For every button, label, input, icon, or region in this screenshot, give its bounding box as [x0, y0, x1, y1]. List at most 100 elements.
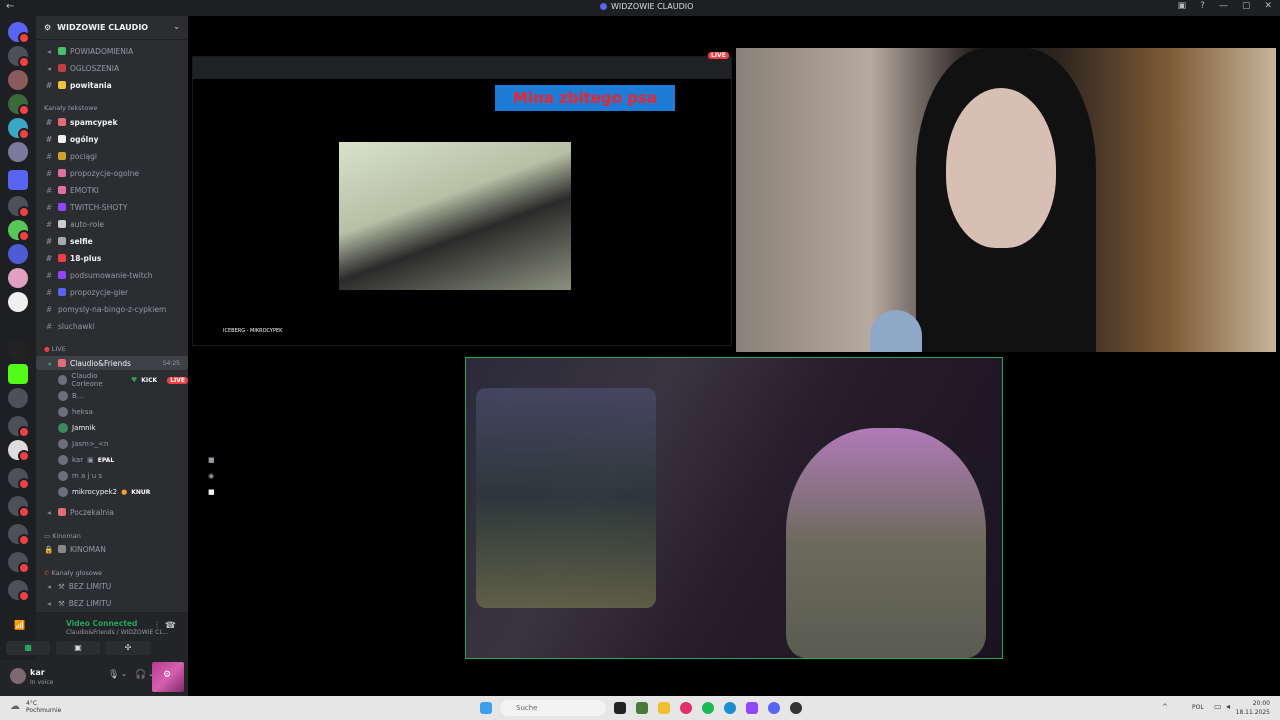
channel-pomysly-na-bingo[interactable]: # pomysly-na-bingo-z-cypkiem — [36, 302, 188, 316]
kick-server-icon[interactable] — [8, 364, 28, 384]
noise-suppression-icon[interactable]: ⫶ — [156, 621, 158, 631]
channel-auto-role[interactable]: # auto-role — [36, 217, 188, 231]
voice-user[interactable]: m a j u s ◉ — [58, 469, 214, 483]
channel-sluchawki[interactable]: # sluchawki — [36, 319, 188, 333]
voice-user[interactable]: Jamnik — [58, 421, 96, 435]
chevron-up-icon[interactable]: ^ — [1162, 703, 1168, 711]
voice-channel-bez-limitu[interactable]: ◂ ⚒ BEZ LIMITU — [36, 579, 188, 593]
voice-user[interactable]: B... — [58, 389, 83, 403]
server-icon[interactable] — [8, 244, 28, 264]
channel-18-plus[interactable]: #18-plus — [36, 251, 188, 265]
home-icon[interactable] — [8, 22, 30, 44]
server-icon[interactable] — [8, 552, 30, 574]
chevron-down-icon[interactable]: ⌄ — [121, 670, 127, 678]
clock[interactable]: 20:00 18.11.2025 — [1236, 699, 1270, 717]
spotify-icon[interactable] — [702, 702, 714, 714]
category-voice[interactable]: ✆ Kanały głosowe — [44, 569, 102, 577]
server-icon[interactable] — [8, 340, 28, 360]
discord-icon[interactable] — [768, 702, 780, 714]
channel-emotki[interactable]: # EMOTKI — [36, 183, 188, 197]
voice-channel-poczekalnia[interactable]: ◂ Poczekalnia — [36, 505, 188, 519]
gear-icon[interactable]: ⚙ — [163, 670, 171, 680]
help-icon[interactable]: ? — [1200, 1, 1205, 11]
voice-channel-claudio-friends[interactable]: ◂ Claudio&Friends 54:25 — [36, 356, 188, 370]
headphones-icon[interactable]: 🎧 — [135, 670, 146, 680]
language-indicator[interactable]: POL — [1192, 704, 1204, 711]
weather-widget[interactable]: 4°C Pochmurnie — [26, 700, 61, 714]
server-icon[interactable] — [8, 524, 30, 546]
channel-powitania[interactable]: # powitania — [36, 78, 188, 92]
voice-status-label[interactable]: Video Connected — [66, 619, 137, 628]
emoji-icon: ● — [121, 488, 128, 496]
start-icon[interactable] — [480, 702, 492, 714]
app-icon[interactable] — [790, 702, 802, 714]
hash-icon: # — [45, 287, 53, 297]
server-icon[interactable] — [8, 118, 30, 140]
channel-emoji-icon — [58, 81, 66, 89]
voice-user[interactable]: Jasm>_<n — [58, 437, 109, 451]
channel-ogolny[interactable]: # ogólny — [36, 132, 188, 146]
app-icon[interactable] — [636, 702, 648, 714]
camera-tile[interactable] — [736, 48, 1276, 352]
server-icon[interactable] — [8, 416, 30, 438]
maximize-button[interactable]: ▢ — [1242, 1, 1251, 11]
server-icon[interactable] — [8, 388, 28, 408]
channel-spamcypek[interactable]: # spamcypek — [36, 115, 188, 129]
avatar[interactable] — [10, 668, 26, 684]
camera-tile-focused[interactable] — [465, 357, 1003, 659]
volume-icon[interactable]: ◂ — [1226, 702, 1230, 711]
server-icon[interactable] — [8, 196, 30, 218]
voice-user[interactable]: mikrocypek2 ● KNUR ■ — [58, 485, 215, 499]
microphone-icon[interactable]: 🎙 — [108, 670, 119, 680]
voice-user[interactable]: kar ▣ EPAL ■ — [58, 453, 215, 467]
channel-podsumowanie-twitch[interactable]: # podsumowanie-twitch — [36, 268, 188, 282]
voice-user[interactable]: Claudio Corleone ♥ KICK LIVE — [58, 372, 188, 388]
twitch-icon[interactable] — [746, 702, 758, 714]
screen-share-button[interactable]: ▣ — [56, 641, 100, 655]
channel-selfie[interactable]: # selfie — [36, 234, 188, 248]
stream-tile-screen[interactable]: Mina zbitego psa ICEBERG - MIKROCYPEK — [192, 56, 732, 346]
channel-powiadomienia[interactable]: ◂ POWIADOMIENIA — [36, 44, 188, 58]
server-icon[interactable] — [8, 70, 28, 90]
folder-icon[interactable] — [658, 702, 670, 714]
disconnect-icon[interactable]: ☎ — [165, 621, 176, 631]
voice-status-sub[interactable]: Claudio&Friends / WIDZOWIE CL... — [66, 629, 168, 636]
search-input[interactable]: Suche — [500, 700, 606, 716]
server-icon[interactable] — [8, 440, 30, 462]
guild-header[interactable]: ⚙ WIDZOWIE CLAUDIO ⌄ — [36, 16, 188, 40]
category-live[interactable]: ● LIVE — [44, 345, 66, 353]
server-icon[interactable] — [8, 142, 28, 162]
server-icon[interactable] — [8, 496, 30, 518]
channel-propozycje-gier[interactable]: # propozycje-gier — [36, 285, 188, 299]
minimize-button[interactable]: — — [1219, 1, 1228, 11]
category-text[interactable]: Kanały tekstowe — [44, 104, 98, 112]
server-icon[interactable] — [8, 220, 30, 242]
channel-ogloszenia[interactable]: ◂ OGLOSZENIA — [36, 61, 188, 75]
voice-channel-kinoman[interactable]: 🔒 KINOMAN — [36, 542, 188, 556]
activities-button[interactable]: ✣ — [106, 641, 150, 655]
terminal-icon[interactable] — [614, 702, 626, 714]
voice-channel-bez-limitu[interactable]: ◂ ⚒ BEZ LIMITU — [36, 596, 188, 610]
channel-pociagi[interactable]: # pociągi — [36, 149, 188, 163]
camera-button[interactable]: ■ — [6, 641, 50, 655]
server-icon[interactable] — [8, 292, 28, 312]
server-icon[interactable] — [8, 580, 30, 602]
channel-emoji-icon — [58, 237, 66, 245]
server-icon[interactable] — [8, 268, 28, 288]
server-icon[interactable] — [8, 46, 30, 68]
edge-icon[interactable] — [724, 702, 736, 714]
stream-video-frame — [339, 142, 571, 290]
server-icon[interactable] — [8, 94, 30, 116]
channel-twitch-shoty[interactable]: # TWITCH-SHOTY — [36, 200, 188, 214]
username[interactable]: kar — [30, 668, 45, 677]
opera-icon[interactable] — [680, 702, 692, 714]
network-icon[interactable]: ▭ — [1214, 702, 1222, 711]
category-kinoman[interactable]: ▭ Kinoman — [44, 532, 81, 540]
folder-icon[interactable] — [8, 170, 28, 190]
back-arrow-icon[interactable]: ← — [6, 1, 14, 12]
channel-propozycje-ogolne[interactable]: # propozycje-ogolne — [36, 166, 188, 180]
close-button[interactable]: ✕ — [1264, 1, 1272, 11]
inbox-icon[interactable]: ▣ — [1178, 1, 1187, 11]
server-icon[interactable] — [8, 468, 30, 490]
voice-user[interactable]: heksa — [58, 405, 93, 419]
